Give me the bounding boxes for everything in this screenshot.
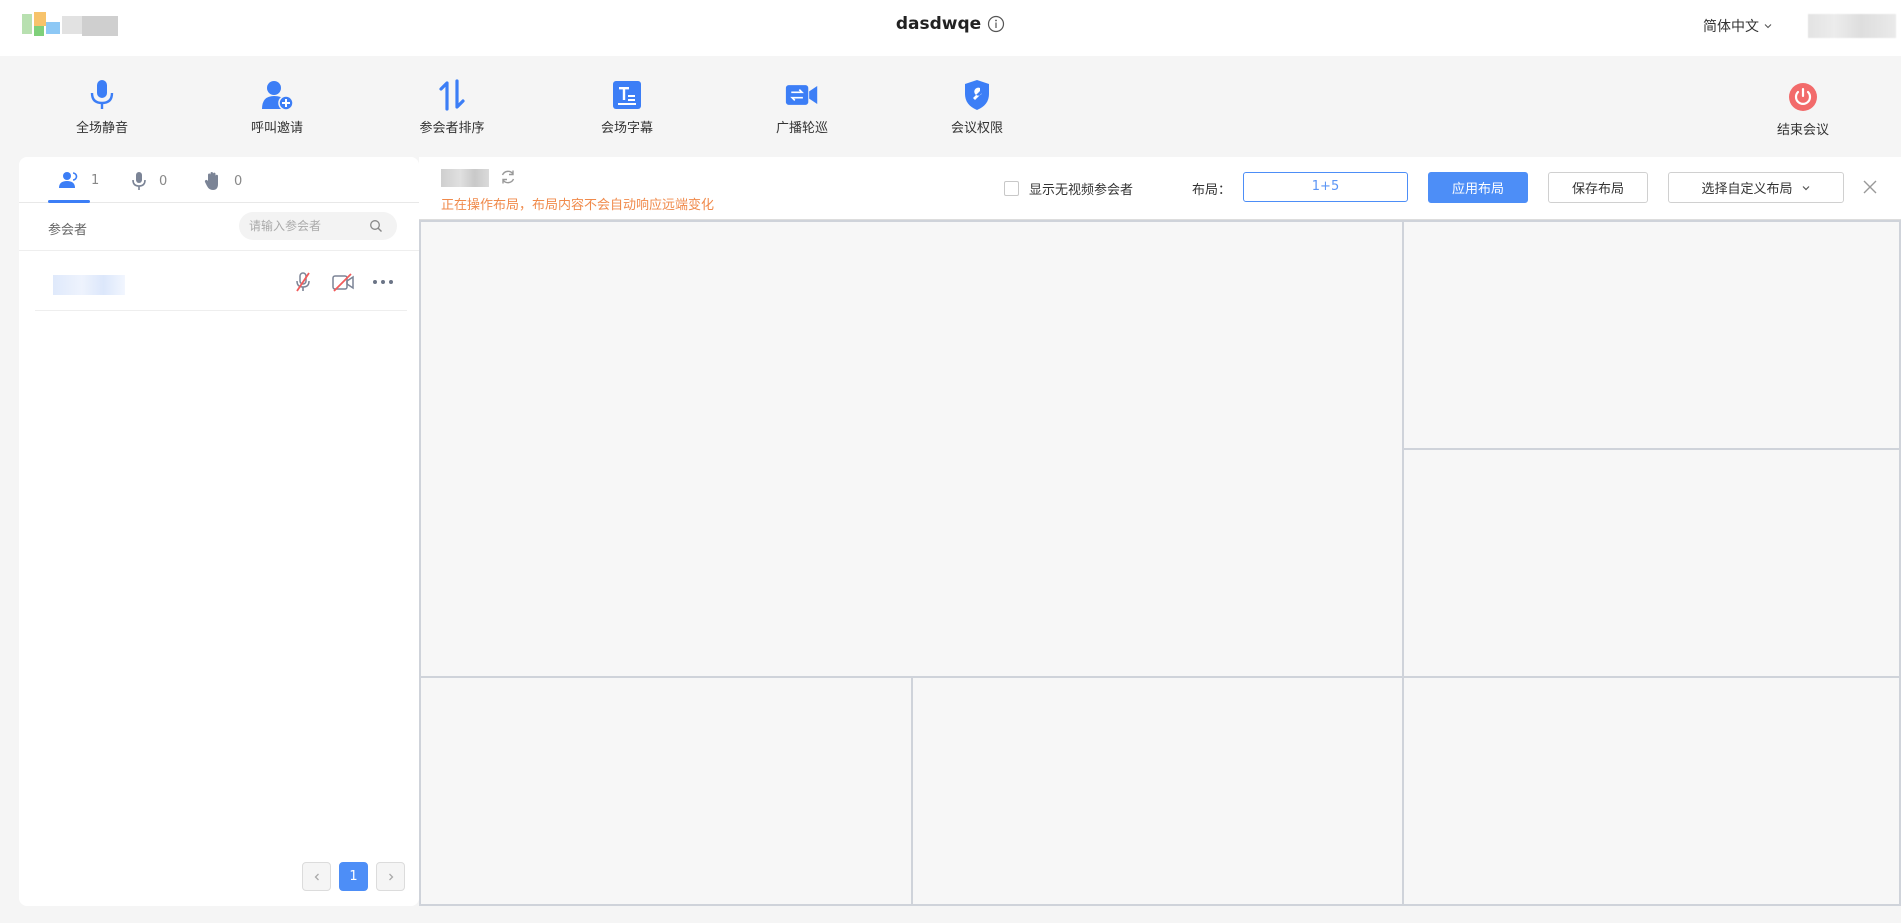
- mic-muted-icon: [296, 272, 310, 292]
- more-horizontal-icon: [373, 280, 393, 284]
- tab-speaking-count: 0: [159, 173, 168, 189]
- participant-panel: 1 0 0 参会者 请输入参会者 1: [19, 157, 419, 906]
- call-invite-label: 呼叫邀请: [250, 121, 303, 136]
- layout-grid: [419, 220, 1901, 906]
- layout-warning-text: 正在操作布局，布局内容不会自动响应远端变化: [441, 198, 715, 213]
- participant-search-box: [239, 212, 397, 240]
- chevron-down-icon: [1764, 24, 1772, 29]
- power-icon: [1789, 83, 1817, 111]
- search-icon[interactable]: [369, 219, 383, 233]
- broadcast-icon: [785, 85, 818, 105]
- layout-panel: 正在操作布局，布局内容不会自动响应远端变化 显示无视频参会者 布局： 1+5 应…: [419, 157, 1901, 906]
- app-logo: [22, 12, 118, 38]
- layout-cell-6[interactable]: [1402, 676, 1901, 906]
- tab-speaking[interactable]: 0: [131, 171, 167, 191]
- add-user-icon: [262, 81, 294, 111]
- layout-cell-main[interactable]: [419, 220, 1404, 678]
- subtitle-icon: [613, 81, 641, 109]
- participant-sort-label: 参会者排序: [419, 121, 485, 136]
- meeting-permission-button[interactable]: 会议权限: [922, 78, 1032, 136]
- close-icon[interactable]: [1861, 178, 1879, 196]
- refresh-icon[interactable]: [499, 168, 517, 186]
- subtitle-button[interactable]: 会场字幕: [572, 78, 682, 136]
- page-button-current[interactable]: 1: [339, 862, 368, 891]
- tab-all-count: 1: [91, 172, 100, 188]
- subtitle-label: 会场字幕: [600, 121, 653, 136]
- layout-panel-header: 正在操作布局，布局内容不会自动响应远端变化 显示无视频参会者 布局： 1+5 应…: [419, 157, 1901, 220]
- participant-more-button[interactable]: [371, 271, 395, 293]
- participants-icon: [59, 172, 78, 188]
- prev-page-button[interactable]: [302, 862, 331, 891]
- layout-label: 布局：: [1192, 183, 1232, 198]
- save-layout-button[interactable]: 保存布局: [1548, 172, 1648, 203]
- participant-search-label: 参会者: [48, 223, 88, 238]
- show-no-video-checkbox[interactable]: [1004, 181, 1019, 196]
- language-selector[interactable]: 简体中文: [1703, 16, 1773, 36]
- layout-cell-4[interactable]: [419, 676, 913, 906]
- tab-all-participants[interactable]: 1: [59, 171, 99, 189]
- shield-wrench-icon: [965, 80, 989, 110]
- apply-layout-button[interactable]: 应用布局: [1428, 172, 1528, 203]
- sort-icon: [439, 79, 465, 111]
- raise-hand-icon: [204, 172, 218, 190]
- meeting-title: dasdwqe: [895, 14, 982, 34]
- broadcast-rotation-button[interactable]: 广播轮巡: [747, 78, 857, 136]
- tab-raised-count: 0: [234, 173, 243, 189]
- meeting-permission-label: 会议权限: [950, 121, 1003, 136]
- participant-tabs: 1 0 0: [19, 157, 419, 203]
- chevron-left-icon: [314, 873, 319, 880]
- layout-cell-2[interactable]: [1402, 220, 1901, 450]
- show-no-video-toggle[interactable]: 显示无视频参会者: [1004, 179, 1133, 198]
- custom-layout-label: 选择自定义布局: [1701, 181, 1793, 196]
- user-avatar[interactable]: [1808, 14, 1896, 38]
- selected-venue-name: [441, 169, 489, 187]
- mute-all-label: 全场静音: [75, 121, 128, 136]
- layout-cell-3[interactable]: [1402, 448, 1901, 678]
- custom-layout-select[interactable]: 选择自定义布局: [1668, 172, 1844, 203]
- chevron-right-icon: [388, 873, 393, 880]
- participant-camera-toggle[interactable]: [331, 271, 355, 293]
- participant-mic-toggle[interactable]: [291, 271, 315, 293]
- next-page-button[interactable]: [376, 862, 405, 891]
- mute-all-button[interactable]: 全场静音: [47, 78, 157, 136]
- info-icon[interactable]: [987, 15, 1005, 33]
- broadcast-rotation-label: 广播轮巡: [775, 121, 828, 136]
- layout-select[interactable]: 1+5: [1243, 172, 1408, 202]
- pagination: 1: [302, 862, 405, 891]
- layout-cell-5[interactable]: [911, 676, 1404, 906]
- participant-search-row: 参会者: [19, 203, 419, 251]
- participant-sort-button[interactable]: 参会者排序: [397, 78, 507, 136]
- participant-search-input[interactable]: [249, 219, 369, 233]
- camera-off-icon: [332, 273, 354, 292]
- call-invite-button[interactable]: 呼叫邀请: [222, 78, 332, 136]
- end-meeting-button[interactable]: 结束会议: [1748, 80, 1858, 138]
- top-header: dasdwqe 简体中文: [0, 0, 1901, 56]
- tab-raised-hands[interactable]: 0: [204, 171, 242, 191]
- language-label: 简体中文: [1703, 19, 1759, 35]
- microphone-icon: [90, 80, 114, 109]
- participant-row[interactable]: [35, 251, 407, 311]
- microphone-icon: [132, 172, 146, 190]
- chevron-down-icon: [1802, 185, 1809, 190]
- meeting-toolbar: 全场静音 呼叫邀请 参会者排序 会场字幕 广播轮巡 会议权限 结束会议: [0, 56, 1901, 154]
- show-no-video-label: 显示无视频参会者: [1029, 183, 1134, 198]
- end-meeting-label: 结束会议: [1776, 123, 1829, 138]
- participant-name: [53, 275, 125, 295]
